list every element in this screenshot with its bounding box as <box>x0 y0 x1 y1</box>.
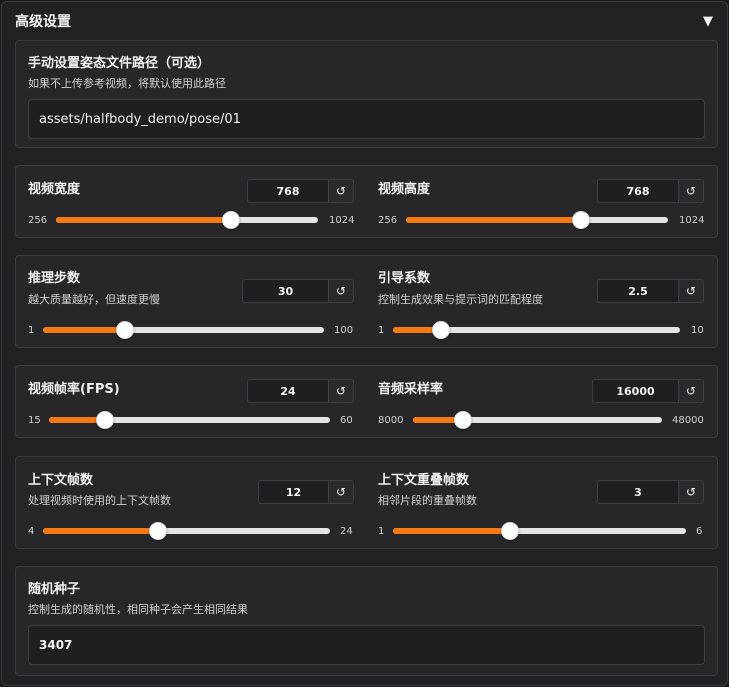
fps-number-input[interactable]: 24 <box>247 379 328 403</box>
pose-path-label: 手动设置姿态文件路径（可选） <box>28 56 211 71</box>
height-label: 视频高度 <box>378 182 431 197</box>
steps-number-group: 30 ↺ <box>242 279 354 303</box>
width-slider[interactable] <box>56 211 318 229</box>
width-slider-thumb[interactable] <box>221 211 240 229</box>
fps-label: 视频帧率(FPS) <box>28 382 120 397</box>
height-slider[interactable] <box>406 211 668 229</box>
steps-min-label: 1 <box>28 325 35 336</box>
cfg-number-group: 2.5 ↺ <box>597 279 704 303</box>
sample-rate-reset-icon[interactable]: ↺ <box>678 379 704 403</box>
height-slider-thumb[interactable] <box>571 211 590 229</box>
cfg-slider[interactable] <box>393 321 680 339</box>
height-max-label: 1024 <box>679 215 705 226</box>
context-frames-reset-icon[interactable]: ↺ <box>328 480 354 504</box>
cfg-slider-thumb[interactable] <box>431 321 450 339</box>
inference-card: 推理步数 越大质量越好，但速度更慢 30 ↺ 1 100 引导系数 控制生成效果… <box>15 255 718 348</box>
frame-audio-card: 视频帧率(FPS) 24 ↺ 15 60 音频采样率 16000 ↺ 8000 <box>15 365 718 438</box>
fps-number-group: 24 ↺ <box>247 379 354 403</box>
sample-rate-min-label: 8000 <box>378 415 404 426</box>
pose-path-card: 手动设置姿态文件路径（可选） 如果不上传参考视频，将默认使用此路径 assets… <box>15 40 718 148</box>
height-slider-fill <box>406 217 581 223</box>
steps-slider-thumb[interactable] <box>116 321 135 339</box>
collapse-triangle-icon[interactable]: ▼ <box>703 14 713 29</box>
pose-path-input[interactable]: assets/halfbody_demo/pose/01 <box>28 99 705 139</box>
width-reset-icon[interactable]: ↺ <box>328 179 354 203</box>
sample-rate-number-group: 16000 ↺ <box>592 379 704 403</box>
cfg-info: 控制生成效果与提示词的匹配程度 <box>378 293 543 306</box>
width-max-label: 1024 <box>329 215 355 226</box>
fps-reset-icon[interactable]: ↺ <box>328 379 354 403</box>
context-frames-label: 上下文帧数 <box>28 473 94 488</box>
sample-rate-label: 音频采样率 <box>378 382 444 397</box>
context-frames-min-label: 4 <box>28 526 35 537</box>
seed-input[interactable]: 3407 <box>28 625 705 665</box>
cfg-min-label: 1 <box>378 325 385 336</box>
steps-slider[interactable] <box>43 321 324 339</box>
overlap-frames-reset-icon[interactable]: ↺ <box>678 480 704 504</box>
overlap-frames-max-label: 6 <box>696 526 703 537</box>
context-frames-slider[interactable] <box>43 522 330 540</box>
fps-slider[interactable] <box>49 411 330 429</box>
seed-card: 随机种子 控制生成的随机性，相同种子会产生相同结果 3407 <box>15 566 718 676</box>
height-min-label: 256 <box>378 215 398 226</box>
context-frames-number-group: 12 ↺ <box>258 480 354 504</box>
width-number-input[interactable]: 768 <box>247 179 328 203</box>
fps-min-label: 15 <box>28 415 41 426</box>
overlap-frames-slider-fill <box>393 528 511 534</box>
advanced-settings-panel: 高级设置 ▼ 手动设置姿态文件路径（可选） 如果不上传参考视频，将默认使用此路径… <box>1 1 728 686</box>
context-frames-number-input[interactable]: 12 <box>258 480 328 504</box>
height-number-group: 768 ↺ <box>597 179 704 203</box>
steps-label: 推理步数 <box>28 271 81 286</box>
overlap-frames-min-label: 1 <box>378 526 385 537</box>
width-label: 视频宽度 <box>28 182 81 197</box>
overlap-frames-label: 上下文重叠帧数 <box>378 473 470 488</box>
steps-reset-icon[interactable]: ↺ <box>328 279 354 303</box>
context-card: 上下文帧数 处理视频时使用的上下文帧数 12 ↺ 4 24 上下文重叠帧数 相邻… <box>15 456 718 549</box>
steps-slider-fill <box>43 327 126 333</box>
sample-rate-slider[interactable] <box>413 411 662 429</box>
steps-max-label: 100 <box>334 325 354 336</box>
context-frames-slider-thumb[interactable] <box>148 522 167 540</box>
height-reset-icon[interactable]: ↺ <box>678 179 704 203</box>
steps-info: 越大质量越好，但速度更慢 <box>28 293 160 306</box>
sample-rate-slider-thumb[interactable] <box>453 411 472 429</box>
overlap-frames-slider-thumb[interactable] <box>501 522 520 540</box>
overlap-frames-info: 相邻片段的重叠帧数 <box>378 494 477 507</box>
resolution-card: 视频宽度 768 ↺ 256 1024 视频高度 768 ↺ 256 1024 <box>15 165 718 238</box>
cfg-reset-icon[interactable]: ↺ <box>678 279 704 303</box>
seed-info: 控制生成的随机性，相同种子会产生相同结果 <box>28 603 248 616</box>
overlap-frames-slider[interactable] <box>393 522 686 540</box>
accordion-header[interactable]: 高级设置 ▼ <box>2 2 727 40</box>
sample-rate-max-label: 48000 <box>672 415 704 426</box>
sample-rate-number-input[interactable]: 16000 <box>592 379 678 403</box>
overlap-frames-number-group: 3 ↺ <box>597 480 704 504</box>
context-frames-info: 处理视频时使用的上下文帧数 <box>28 494 171 507</box>
width-min-label: 256 <box>28 215 48 226</box>
cfg-label: 引导系数 <box>378 271 431 286</box>
overlap-frames-number-input[interactable]: 3 <box>597 480 678 504</box>
context-frames-max-label: 24 <box>340 526 353 537</box>
fps-slider-thumb[interactable] <box>96 411 115 429</box>
cfg-max-label: 10 <box>691 325 704 336</box>
width-number-group: 768 ↺ <box>247 179 354 203</box>
height-number-input[interactable]: 768 <box>597 179 678 203</box>
cfg-number-input[interactable]: 2.5 <box>597 279 678 303</box>
steps-number-input[interactable]: 30 <box>242 279 328 303</box>
seed-label: 随机种子 <box>28 582 81 597</box>
fps-max-label: 60 <box>340 415 353 426</box>
context-frames-slider-fill <box>43 528 158 534</box>
width-slider-fill <box>56 217 231 223</box>
accordion-title: 高级设置 <box>15 14 71 30</box>
pose-path-info: 如果不上传参考视频，将默认使用此路径 <box>28 77 226 90</box>
